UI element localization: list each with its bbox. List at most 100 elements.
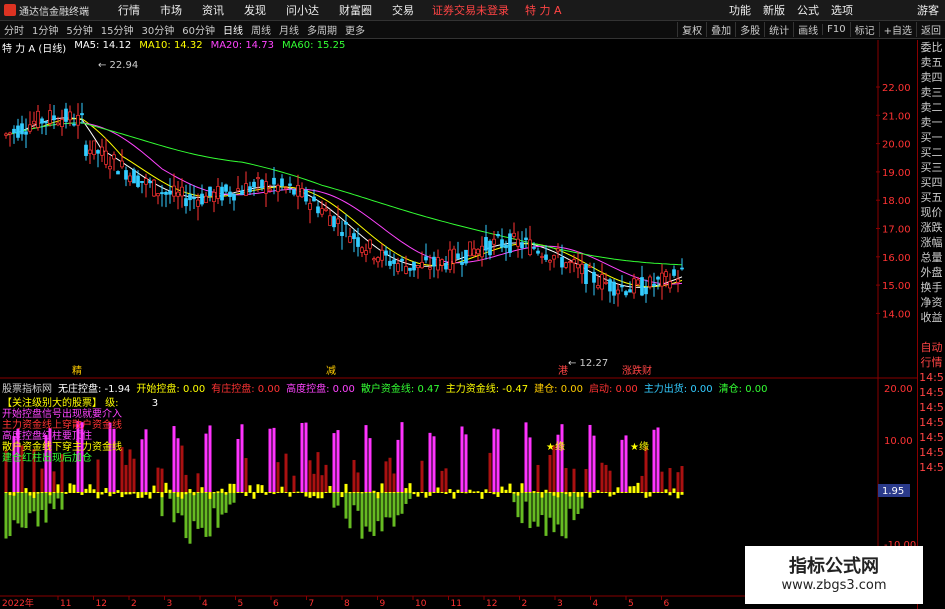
side-panel-item[interactable]: 卖二: [918, 100, 945, 115]
indicator-bar-green: [344, 492, 348, 519]
side-panel-item[interactable]: 14:5: [918, 385, 945, 400]
candle-body: [52, 115, 56, 121]
indicator-bar-yellow: [452, 492, 456, 499]
chart-canvas[interactable]: 22.00 21.00 20.00 19.00 18.00 17.00 16.00 15.00…: [0, 0, 918, 609]
side-panel-item[interactable]: 14:5: [918, 415, 945, 430]
side-panel-item[interactable]: 外盘: [918, 265, 945, 280]
month-label: 4: [593, 599, 599, 609]
event-marker[interactable]: 精: [72, 364, 82, 377]
indicator-bar-magenta: [368, 438, 372, 492]
indicator-bar-magenta: [172, 426, 176, 492]
candle-body: [456, 253, 460, 259]
indicator-bar-magenta: [268, 428, 272, 492]
side-panel-item[interactable]: 委比: [918, 40, 945, 55]
indicator-bar-red: [440, 470, 444, 492]
back-button[interactable]: 返回: [916, 22, 945, 37]
candle-body: [352, 233, 356, 240]
side-panel-item[interactable]: 14:5: [918, 430, 945, 445]
indicator-bar-yellow: [404, 488, 408, 493]
indicator-bar-red: [536, 464, 540, 492]
candle-body: [420, 262, 424, 269]
event-marker[interactable]: 涨跌财: [622, 364, 652, 377]
side-panel-item[interactable]: 卖三: [918, 85, 945, 100]
indicator-bar-yellow: [148, 492, 152, 499]
candle-body: [16, 125, 20, 138]
indicator-bar-magenta: [432, 436, 436, 492]
candle-body: [100, 146, 104, 156]
indicator-bar-green: [384, 492, 388, 518]
indicator-name[interactable]: 股票指标网: [2, 380, 52, 395]
candle-body: [376, 257, 380, 263]
moving-averages: [5, 117, 683, 288]
indicator-bar-green: [404, 492, 408, 504]
side-panel-item[interactable]: 14:5: [918, 370, 945, 385]
indicator-bar-red: [572, 468, 576, 492]
side-panel-item[interactable]: 买二: [918, 145, 945, 160]
candle-body: [64, 108, 68, 122]
indicator-bar-red: [384, 461, 388, 492]
indicator-bar-green: [8, 492, 12, 537]
candle-body: [468, 241, 472, 257]
indicator-bar-yellow: [296, 491, 300, 493]
indicator-bar-green: [392, 492, 396, 527]
side-panel-item[interactable]: 买四: [918, 175, 945, 190]
side-panel-item[interactable]: 卖一: [918, 115, 945, 130]
price-tick-label: 16.00: [882, 253, 911, 264]
indicator-bar-red: [244, 458, 248, 492]
side-panel-item[interactable]: 收益: [918, 310, 945, 325]
side-panel-item[interactable]: 买一: [918, 130, 945, 145]
candle-body: [408, 267, 412, 271]
event-marker[interactable]: 港: [558, 365, 568, 377]
side-panel-item[interactable]: 14:5: [918, 400, 945, 415]
legend-item: 开始控盘信号出现就要介入: [2, 409, 122, 420]
side-panel-item[interactable]: 卖四: [918, 70, 945, 85]
side-panel-item[interactable]: 涨幅: [918, 235, 945, 250]
indicator-bar-red: [676, 472, 680, 492]
side-panel-item[interactable]: 自动: [918, 340, 945, 355]
ma-line: [5, 117, 683, 288]
indicator-bar-red: [604, 464, 608, 492]
side-panel-item[interactable]: [918, 325, 945, 340]
candle-body: [144, 178, 148, 185]
indicator-bar-yellow: [152, 485, 156, 493]
candle-body: [576, 264, 580, 269]
indicator-bar-red: [564, 468, 568, 492]
side-panel-item[interactable]: 涨跌: [918, 220, 945, 235]
indicator-bar-yellow: [648, 492, 652, 497]
candle-body: [192, 197, 196, 200]
indicator-bar-yellow: [304, 492, 308, 497]
side-panel-item[interactable]: 买五: [918, 190, 945, 205]
event-marker[interactable]: 减: [326, 365, 336, 377]
side-panel-item[interactable]: 现价: [918, 205, 945, 220]
indicator-bar-yellow: [252, 492, 256, 499]
indicator-bar-yellow: [64, 492, 68, 494]
candle-body: [584, 264, 588, 284]
side-panel-item[interactable]: 净资: [918, 295, 945, 310]
indicator-bar-yellow: [280, 486, 284, 493]
indicator-bar-yellow: [436, 487, 440, 493]
indicator-bar-yellow: [632, 486, 636, 493]
indicator-bar-yellow: [12, 492, 16, 496]
candle-body: [332, 216, 336, 228]
candle-body: [344, 222, 348, 225]
candle-body: [496, 233, 500, 237]
indicator-bar-magenta: [588, 424, 592, 492]
side-panel-item[interactable]: 换手: [918, 280, 945, 295]
side-panel-item[interactable]: 买三: [918, 160, 945, 175]
side-panel-item[interactable]: 行情: [918, 355, 945, 370]
candle-body: [32, 120, 36, 125]
indicator-bar-red: [444, 468, 448, 492]
indicator-bar-yellow: [144, 492, 148, 495]
side-panel-item[interactable]: 14:5: [918, 460, 945, 475]
candle-body: [224, 184, 228, 192]
watermark-banner: 指标公式网 www.zbgs3.com: [745, 546, 923, 604]
side-panel-item[interactable]: 卖五: [918, 55, 945, 70]
indicator-bar-green: [372, 492, 376, 536]
indicator-bar-green: [524, 492, 528, 502]
candle-body: [240, 190, 244, 195]
candle-body: [160, 192, 164, 195]
side-panel-item[interactable]: 14:5: [918, 445, 945, 460]
indicator-bar-yellow: [132, 492, 136, 494]
indicator-bar-yellow: [512, 492, 516, 494]
side-panel-item[interactable]: 总量: [918, 250, 945, 265]
